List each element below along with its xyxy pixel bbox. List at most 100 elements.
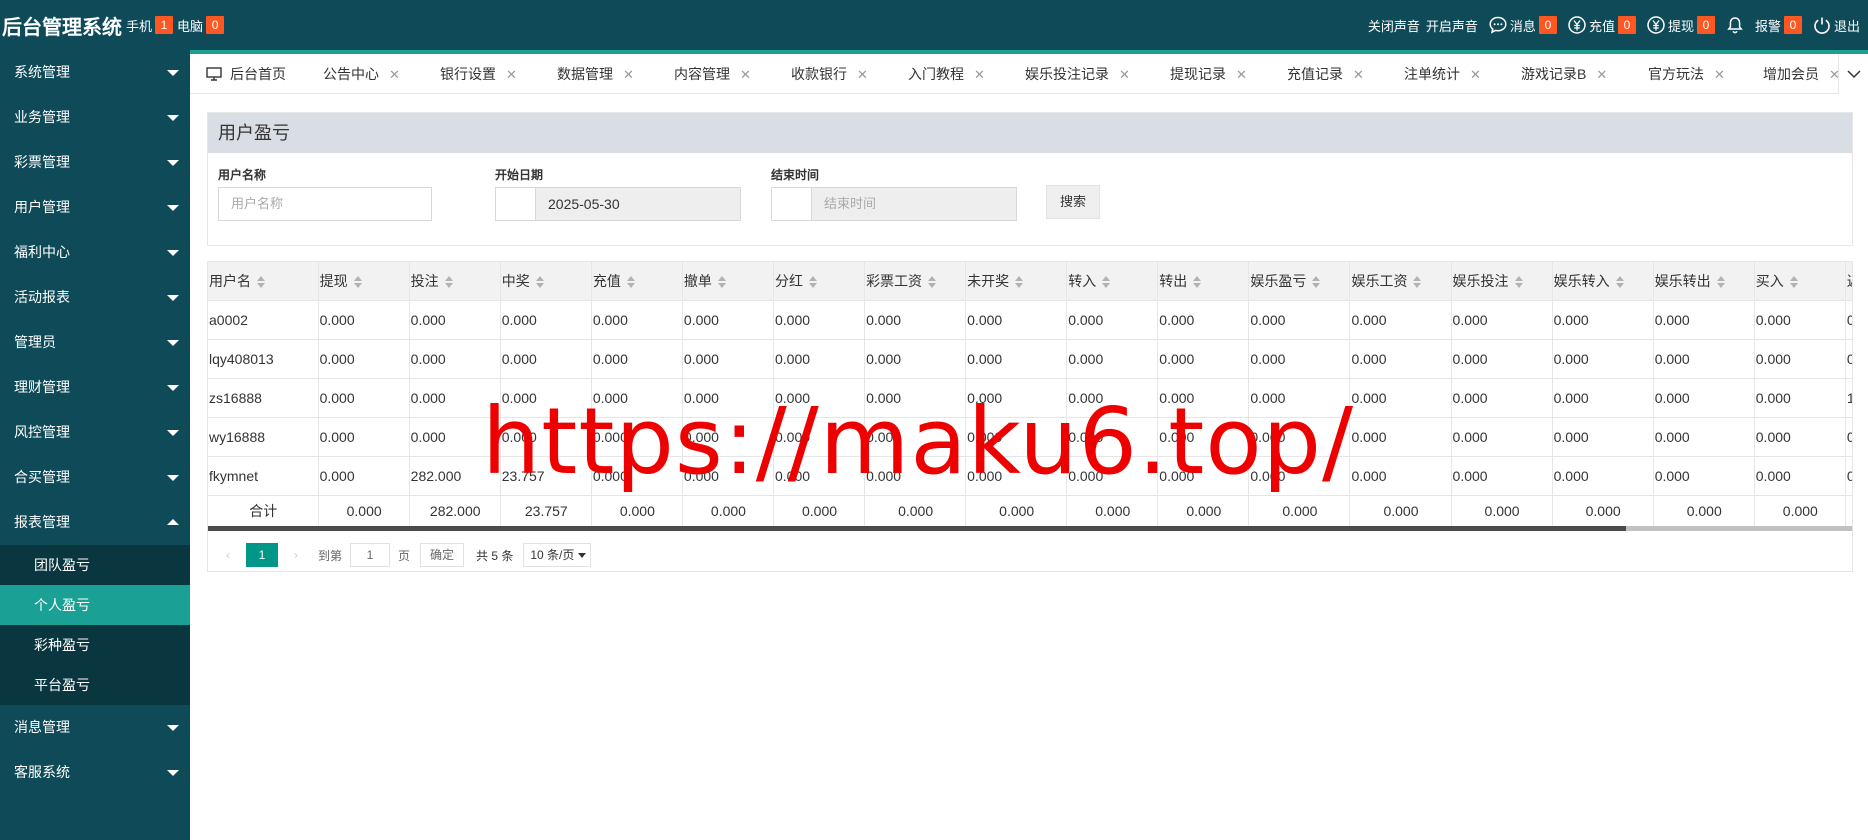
sidebar-item-messages[interactable]: 消息管理 [0, 705, 190, 750]
sort-icon[interactable] [1312, 275, 1322, 289]
sidebar-item-activity-reports[interactable]: 活动报表 [0, 275, 190, 320]
close-icon[interactable]: ✕ [857, 67, 868, 82]
sidebar-item-finance[interactable]: 理财管理 [0, 365, 190, 410]
sidebar-item-users[interactable]: 用户管理 [0, 185, 190, 230]
sound-off-button[interactable]: 关闭声音 [1368, 16, 1420, 35]
tab-game-records-b[interactable]: 游戏记录B ✕ [1521, 54, 1607, 94]
close-icon[interactable]: ✕ [623, 67, 634, 82]
username-input[interactable]: 用户名称 [218, 187, 432, 221]
column-header[interactable]: 娱乐转入 [1552, 262, 1654, 301]
column-header[interactable]: 返 [1845, 262, 1852, 301]
close-icon[interactable]: ✕ [1470, 67, 1481, 82]
sort-icon[interactable] [1015, 275, 1025, 289]
current-page[interactable]: 1 [246, 543, 278, 567]
tab-data-management[interactable]: 数据管理 ✕ [557, 54, 634, 94]
tab-official-play[interactable]: 官方玩法 ✕ [1648, 54, 1725, 94]
sidebar-subitem-personal-pnl[interactable]: 个人盈亏 [0, 585, 190, 625]
sidebar-item-welfare[interactable]: 福利中心 [0, 230, 190, 275]
tab-entertainment-bets[interactable]: 娱乐投注记录 ✕ [1025, 54, 1130, 94]
column-header[interactable]: 投注 [409, 262, 501, 301]
sidebar-item-business[interactable]: 业务管理 [0, 95, 190, 140]
sort-icon[interactable] [928, 275, 938, 289]
tab-announcements[interactable]: 公告中心 ✕ [323, 54, 400, 94]
column-header[interactable]: 娱乐盈亏 [1248, 262, 1351, 301]
sort-icon[interactable] [808, 275, 819, 289]
sort-icon[interactable] [1193, 275, 1203, 289]
column-header[interactable]: 撤单 [682, 262, 774, 301]
tab-tutorial[interactable]: 入门教程 ✕ [908, 54, 985, 94]
close-icon[interactable]: ✕ [1714, 67, 1725, 82]
end-date-value[interactable]: 结束时间 [812, 188, 1016, 220]
sort-icon[interactable] [1102, 275, 1112, 289]
column-header[interactable]: 彩票工资 [864, 262, 967, 301]
sort-icon[interactable] [535, 275, 546, 289]
column-header[interactable]: 娱乐工资 [1349, 262, 1452, 301]
tab-content-management[interactable]: 内容管理 ✕ [674, 54, 751, 94]
horizontal-scrollbar[interactable] [208, 526, 1852, 531]
close-icon[interactable]: ✕ [974, 67, 985, 82]
tab-receiving-banks[interactable]: 收款银行 ✕ [791, 54, 868, 94]
sidebar-subitem-team-pnl[interactable]: 团队盈亏 [0, 545, 190, 585]
column-header[interactable]: 分红 [773, 262, 866, 301]
alarm-button[interactable]: 报警 0 [1725, 15, 1802, 35]
logout-button[interactable]: 退出 [1812, 15, 1860, 35]
column-header[interactable]: 娱乐转出 [1653, 262, 1755, 301]
sort-icon[interactable] [626, 275, 637, 289]
close-icon[interactable]: ✕ [1236, 67, 1247, 82]
column-header[interactable]: 转入 [1066, 262, 1159, 301]
close-icon[interactable]: ✕ [1596, 67, 1607, 82]
sidebar-subitem-platform-pnl[interactable]: 平台盈亏 [0, 665, 190, 705]
column-header[interactable]: 充值 [591, 262, 683, 301]
sidebar-item-system[interactable]: 系统管理 [0, 50, 190, 95]
sound-on-button[interactable]: 开启声音 [1426, 16, 1478, 35]
goto-page-input[interactable]: 1 [350, 543, 391, 567]
sort-icon[interactable] [1413, 275, 1423, 289]
close-icon[interactable]: ✕ [506, 67, 517, 82]
scrollbar-thumb[interactable] [208, 526, 1626, 531]
sidebar-item-reports[interactable]: 报表管理 [0, 500, 190, 545]
sort-icon[interactable] [1615, 275, 1626, 289]
search-button[interactable]: 搜索 [1046, 185, 1100, 219]
tab-bet-stats[interactable]: 注单统计 ✕ [1404, 54, 1481, 94]
close-icon[interactable]: ✕ [1119, 67, 1130, 82]
close-icon[interactable]: ✕ [1353, 67, 1364, 82]
messages-button[interactable]: 消息 0 [1488, 15, 1557, 35]
tab-add-member[interactable]: 增加会员 ✕ [1763, 54, 1840, 94]
sidebar-subitem-lottery-pnl[interactable]: 彩种盈亏 [0, 625, 190, 665]
column-header[interactable]: 中奖 [500, 262, 592, 301]
start-date-value[interactable]: 2025-05-30 [536, 188, 740, 220]
sort-icon[interactable] [353, 275, 364, 289]
page-size-select[interactable]: 10 条/页 [523, 543, 592, 567]
sort-icon[interactable] [1716, 275, 1727, 289]
next-page-button[interactable]: › [284, 543, 308, 567]
sort-icon[interactable] [1514, 275, 1525, 289]
column-header[interactable]: 买入 [1754, 262, 1846, 301]
tab-home[interactable]: 后台首页 [206, 54, 286, 94]
close-icon[interactable]: ✕ [740, 67, 751, 82]
column-header[interactable]: 未开奖 [965, 262, 1068, 301]
column-header[interactable]: 转出 [1157, 262, 1250, 301]
tab-withdraw-records[interactable]: 提现记录 ✕ [1170, 54, 1247, 94]
column-header[interactable]: 娱乐投注 [1451, 262, 1553, 301]
column-header[interactable]: 提现 [318, 262, 410, 301]
sidebar-item-admins[interactable]: 管理员 [0, 320, 190, 365]
column-header[interactable]: 用户名 [208, 262, 319, 301]
withdraw-button[interactable]: 提现 0 [1646, 15, 1715, 35]
goto-confirm-button[interactable]: 确定 [420, 543, 465, 567]
end-date-field[interactable]: 结束时间 [771, 187, 1017, 221]
sort-icon[interactable] [1789, 275, 1800, 289]
sort-icon[interactable] [444, 275, 455, 289]
sidebar-item-group-buy[interactable]: 合买管理 [0, 455, 190, 500]
recharge-button[interactable]: 充值 0 [1567, 15, 1636, 35]
sidebar-item-lottery[interactable]: 彩票管理 [0, 140, 190, 185]
sort-icon[interactable] [717, 275, 728, 289]
prev-page-button[interactable]: ‹ [216, 543, 240, 567]
sort-icon[interactable] [257, 275, 267, 289]
start-date-field[interactable]: 2025-05-30 [495, 187, 741, 221]
sidebar-item-risk[interactable]: 风控管理 [0, 410, 190, 455]
tab-recharge-records[interactable]: 充值记录 ✕ [1287, 54, 1364, 94]
close-icon[interactable]: ✕ [389, 67, 400, 82]
sidebar-item-support[interactable]: 客服系统 [0, 750, 190, 795]
tab-bank-settings[interactable]: 银行设置 ✕ [440, 54, 517, 94]
tab-more-button[interactable] [1838, 54, 1868, 94]
